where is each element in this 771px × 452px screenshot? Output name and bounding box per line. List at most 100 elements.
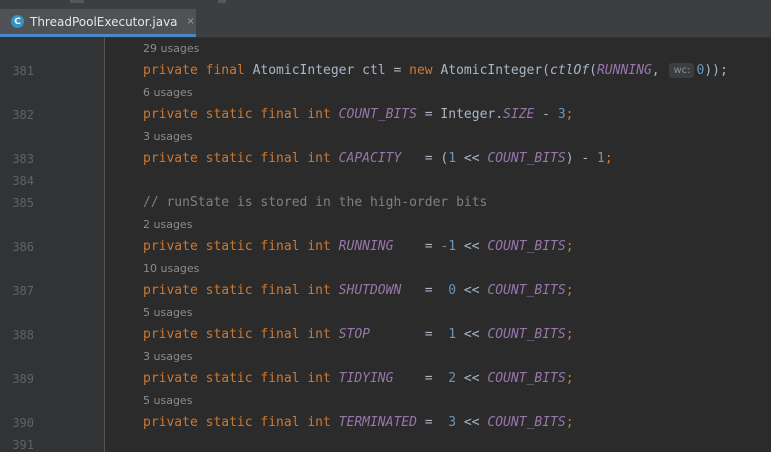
code-text[interactable]: private static final int TIDYING = 2 << …	[143, 368, 574, 390]
usages-hint[interactable]: 3 usages	[143, 126, 192, 148]
code-token: // runState is stored in the high-order …	[143, 195, 488, 210]
code-token: COUNT_BITS	[487, 151, 566, 166]
code-token: new	[409, 63, 441, 78]
code-text[interactable]: // runState is stored in the high-order …	[143, 192, 487, 214]
code-token: <<	[456, 151, 488, 166]
code-text[interactable]: private final AtomicInteger ctl = new At…	[143, 60, 728, 82]
code-token: ,	[651, 63, 668, 78]
code-token: <<	[456, 327, 488, 342]
code-token: TIDYING	[338, 371, 394, 386]
line-number[interactable]: 381	[0, 60, 34, 82]
tab-threadpoolexecutor-java[interactable]: C ThreadPoolExecutor.java ×	[0, 9, 196, 37]
code-token: ) -	[565, 151, 597, 166]
code-token: ;	[565, 239, 574, 254]
code-token: 3	[448, 415, 457, 430]
code-line: 385 // runState is stored in the high-ord…	[0, 192, 771, 214]
code-token: ));	[704, 63, 728, 78]
code-token: 2	[448, 371, 457, 386]
code-token: ;	[565, 283, 574, 298]
code-text[interactable]: private static final int SHUTDOWN = 0 <<…	[143, 280, 574, 302]
usages-hint[interactable]: 29 usages	[143, 38, 199, 60]
code-token: AtomicInteger(	[440, 63, 551, 78]
code-token: TERMINATED	[338, 415, 417, 430]
line-number[interactable]: 384	[0, 170, 34, 192]
code-token: SHUTDOWN	[338, 283, 402, 298]
code-token: -	[534, 107, 558, 122]
code-token: =	[416, 415, 449, 430]
code-line: 383 private static final int CAPACITY = (…	[0, 148, 771, 170]
code-token: ctlOf	[550, 63, 590, 78]
editor-tab-bar: C ThreadPoolExecutor.java ×	[0, 9, 771, 38]
code-token: COUNT_BITS	[338, 107, 417, 122]
code-token: =	[401, 283, 449, 298]
code-token: CAPACITY	[338, 151, 402, 166]
code-token: private static final int	[143, 371, 339, 386]
code-token: COUNT_BITS	[487, 283, 566, 298]
line-number[interactable]: 385	[0, 192, 34, 214]
usages-hint-row: 3 usages	[0, 126, 771, 148]
code-line: 387 private static final int SHUTDOWN = 0…	[0, 280, 771, 302]
line-number[interactable]: 386	[0, 236, 34, 258]
code-text[interactable]: private static final int STOP = 1 << COU…	[143, 324, 574, 346]
line-number[interactable]: 390	[0, 412, 34, 434]
code-token: STOP	[338, 327, 370, 342]
code-text[interactable]: private static final int CAPACITY = (1 <…	[143, 148, 613, 170]
code-text[interactable]: private static final int COUNT_BITS = In…	[143, 104, 574, 126]
code-token: =	[393, 371, 449, 386]
line-number[interactable]: 388	[0, 324, 34, 346]
parameter-hint: wc:	[669, 63, 695, 78]
usages-hint-row: 5 usages	[0, 390, 771, 412]
code-token: RUNNING	[596, 63, 652, 78]
code-token: 1	[448, 151, 457, 166]
tab-title: ThreadPoolExecutor.java	[30, 14, 178, 29]
code-line: 382 private static final int COUNT_BITS =…	[0, 104, 771, 126]
code-token: private static final int	[143, 283, 339, 298]
usages-hint[interactable]: 3 usages	[143, 346, 192, 368]
usages-hint-row: 10 usages	[0, 258, 771, 280]
code-token: COUNT_BITS	[487, 239, 566, 254]
usages-hint[interactable]: 5 usages	[143, 302, 192, 324]
code-text[interactable]: private static final int TERMINATED = 3 …	[143, 412, 574, 434]
code-token: COUNT_BITS	[487, 371, 566, 386]
top-toolbar-strip	[0, 0, 771, 9]
code-token: =	[369, 327, 449, 342]
code-token: SIZE	[503, 107, 535, 122]
code-token: ;	[565, 371, 574, 386]
code-editor[interactable]: 29 usages 381 private final AtomicInteger …	[0, 38, 771, 452]
code-token: AtomicInteger ctl =	[252, 63, 410, 78]
code-token: private final	[143, 63, 253, 78]
code-token: (	[589, 63, 597, 78]
code-lines: 29 usages 381 private final AtomicInteger …	[0, 38, 771, 452]
line-number[interactable]: 383	[0, 148, 34, 170]
usages-hint-row: 3 usages	[0, 346, 771, 368]
close-icon[interactable]: ×	[187, 16, 195, 27]
usages-hint[interactable]: 5 usages	[143, 390, 192, 412]
line-number[interactable]: 387	[0, 280, 34, 302]
code-token: ;	[565, 107, 574, 122]
code-token: 0	[448, 283, 457, 298]
code-token: -1	[440, 239, 457, 254]
code-token: ;	[604, 151, 613, 166]
line-number[interactable]: 382	[0, 104, 34, 126]
code-token: ;	[565, 415, 574, 430]
line-number[interactable]: 391	[0, 434, 34, 452]
code-token: 1	[448, 327, 457, 342]
code-token: <<	[456, 371, 488, 386]
code-token: COUNT_BITS	[487, 415, 566, 430]
code-text[interactable]: private static final int RUNNING = -1 <<…	[143, 236, 574, 258]
usages-hint-row: 2 usages	[0, 214, 771, 236]
usages-hint-row: 29 usages	[0, 38, 771, 60]
usages-hint[interactable]: 2 usages	[143, 214, 192, 236]
code-line: 389 private static final int TIDYING = 2 …	[0, 368, 771, 390]
code-token: = (	[401, 151, 449, 166]
usages-hint[interactable]: 10 usages	[143, 258, 199, 280]
code-token: private static final int	[143, 107, 339, 122]
line-number[interactable]: 389	[0, 368, 34, 390]
code-line: 384	[0, 170, 771, 192]
code-token: private static final int	[143, 239, 339, 254]
code-line: 390 private static final int TERMINATED =…	[0, 412, 771, 434]
code-token: <<	[456, 239, 488, 254]
code-token: COUNT_BITS	[487, 327, 566, 342]
usages-hint[interactable]: 6 usages	[143, 82, 192, 104]
code-token: 1	[597, 151, 605, 166]
